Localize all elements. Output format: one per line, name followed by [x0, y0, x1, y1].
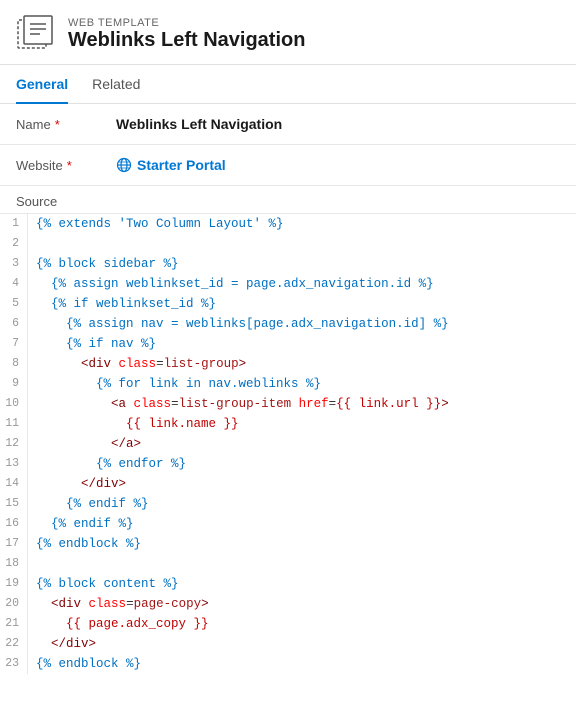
code-line: 19 {% block content %} [0, 574, 576, 594]
line-number: 9 [0, 374, 28, 394]
name-label: Name* [16, 117, 116, 132]
line-number: 13 [0, 454, 28, 474]
line-number: 11 [0, 414, 28, 434]
code-line: 3 {% block sidebar %} [0, 254, 576, 274]
code-line: 10 <a class=list-group-item href={{ link… [0, 394, 576, 414]
line-number: 22 [0, 634, 28, 654]
code-line: 16 {% endif %} [0, 514, 576, 534]
required-star-name: * [55, 117, 60, 132]
line-number: 16 [0, 514, 28, 534]
line-number: 6 [0, 314, 28, 334]
line-number: 1 [0, 214, 28, 234]
line-content: {% endblock %} [36, 654, 576, 674]
website-link[interactable]: Starter Portal [116, 157, 226, 173]
line-content: {% extends 'Two Column Layout' %} [36, 214, 576, 234]
code-line: 23 {% endblock %} [0, 654, 576, 674]
line-content: {% endblock %} [36, 534, 576, 554]
code-line: 17 {% endblock %} [0, 534, 576, 554]
line-content: </div> [36, 474, 576, 494]
line-content: {% if weblinkset_id %} [36, 294, 576, 314]
code-line: 2 [0, 234, 576, 254]
line-content: {% if nav %} [36, 334, 576, 354]
code-line: 7 {% if nav %} [0, 334, 576, 354]
line-content: {{ page.adx_copy }} [36, 614, 576, 634]
page-header: WEB TEMPLATE Weblinks Left Navigation [0, 0, 576, 65]
line-number: 21 [0, 614, 28, 634]
line-number: 17 [0, 534, 28, 554]
line-content: {% endif %} [36, 494, 576, 514]
name-value: Weblinks Left Navigation [116, 116, 282, 132]
line-number: 14 [0, 474, 28, 494]
code-line: 1 {% extends 'Two Column Layout' %} [0, 214, 576, 234]
line-number: 20 [0, 594, 28, 614]
code-line: 12 </a> [0, 434, 576, 454]
line-content: <div class=page-copy> [36, 594, 576, 614]
type-label: WEB TEMPLATE [68, 17, 305, 29]
code-line: 11 {{ link.name }} [0, 414, 576, 434]
page-title: Weblinks Left Navigation [68, 29, 305, 52]
code-line: 8 <div class=list-group> [0, 354, 576, 374]
line-number: 5 [0, 294, 28, 314]
web-template-icon [16, 14, 56, 54]
line-number: 19 [0, 574, 28, 594]
website-label: Website* [16, 158, 116, 173]
line-content [36, 234, 576, 254]
line-number: 2 [0, 234, 28, 254]
line-number: 4 [0, 274, 28, 294]
code-line: 4 {% assign weblinkset_id = page.adx_nav… [0, 274, 576, 294]
required-star-website: * [67, 158, 72, 173]
tab-general[interactable]: General [16, 66, 68, 104]
source-code-editor[interactable]: 1 {% extends 'Two Column Layout' %} 2 3 {% … [0, 214, 576, 674]
code-line: 14 </div> [0, 474, 576, 494]
line-content: </div> [36, 634, 576, 654]
line-number: 7 [0, 334, 28, 354]
code-line: 9 {% for link in nav.weblinks %} [0, 374, 576, 394]
line-content: </a> [36, 434, 576, 454]
line-content: {% block content %} [36, 574, 576, 594]
line-content: {% for link in nav.weblinks %} [36, 374, 576, 394]
tab-related[interactable]: Related [92, 66, 140, 104]
code-line: 5 {% if weblinkset_id %} [0, 294, 576, 314]
line-content: {% assign nav = weblinks[page.adx_naviga… [36, 314, 576, 334]
globe-icon [116, 157, 132, 173]
line-content: {{ link.name }} [36, 414, 576, 434]
line-number: 8 [0, 354, 28, 374]
tab-bar: General Related [0, 65, 576, 104]
code-line: 20 <div class=page-copy> [0, 594, 576, 614]
line-content [36, 554, 576, 574]
line-number: 15 [0, 494, 28, 514]
line-number: 12 [0, 434, 28, 454]
line-number: 3 [0, 254, 28, 274]
code-line: 13 {% endfor %} [0, 454, 576, 474]
line-content: {% block sidebar %} [36, 254, 576, 274]
line-number: 18 [0, 554, 28, 574]
website-row: Website* Starter Portal [0, 145, 576, 186]
form-section: Name* Weblinks Left Navigation Website* … [0, 104, 576, 186]
code-line: 15 {% endif %} [0, 494, 576, 514]
name-row: Name* Weblinks Left Navigation [0, 104, 576, 145]
code-line: 6 {% assign nav = weblinks[page.adx_navi… [0, 314, 576, 334]
line-content: {% endif %} [36, 514, 576, 534]
line-content: {% endfor %} [36, 454, 576, 474]
header-text-block: WEB TEMPLATE Weblinks Left Navigation [68, 17, 305, 52]
code-line: 21 {{ page.adx_copy }} [0, 614, 576, 634]
line-content: <a class=list-group-item href={{ link.ur… [36, 394, 576, 414]
code-line: 18 [0, 554, 576, 574]
source-label: Source [0, 186, 576, 214]
line-content: {% assign weblinkset_id = page.adx_navig… [36, 274, 576, 294]
website-value: Starter Portal [137, 157, 226, 173]
code-line: 22 </div> [0, 634, 576, 654]
line-number: 10 [0, 394, 28, 414]
line-number: 23 [0, 654, 28, 674]
line-content: <div class=list-group> [36, 354, 576, 374]
